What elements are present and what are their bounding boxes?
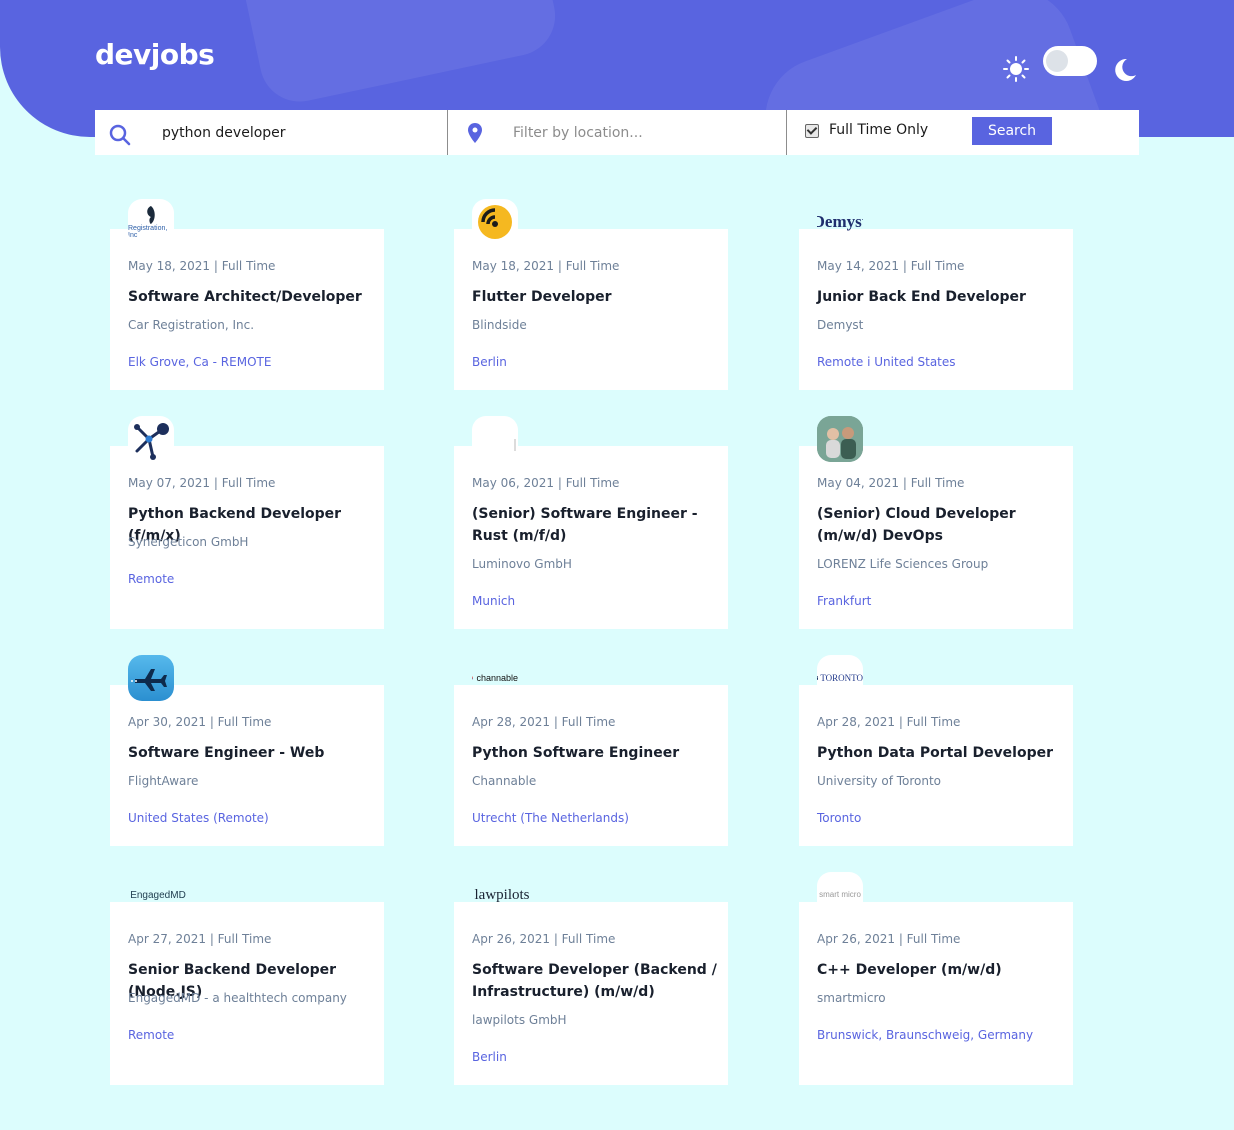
toggle-knob xyxy=(1046,50,1068,72)
job-meta: Apr 27, 2021 | Full Time xyxy=(128,932,272,946)
search-input[interactable] xyxy=(162,122,432,144)
job-card[interactable]: Demyst May 14, 2021 | Full Time Junior B… xyxy=(799,212,1073,390)
company-name: Channable xyxy=(472,774,537,788)
job-title[interactable]: Python Data Portal Developer xyxy=(817,742,1069,764)
company-name: Synergeticon GmbH xyxy=(128,535,249,549)
company-name: Blindside xyxy=(472,318,527,332)
company-logo: channable xyxy=(472,655,518,701)
app-logo[interactable]: devjobs xyxy=(95,38,215,71)
job-title[interactable]: (Senior) Cloud Developer (m/w/d) DevOps xyxy=(817,503,1069,547)
job-location: Berlin xyxy=(472,355,507,369)
job-location: United States (Remote) xyxy=(128,811,269,825)
job-meta: Apr 28, 2021 | Full Time xyxy=(817,715,961,729)
company-logo: EngagedMD xyxy=(130,889,186,901)
job-title[interactable]: Junior Back End Developer xyxy=(817,286,1069,308)
title-filter xyxy=(95,110,448,155)
job-card[interactable]: Apr 30, 2021 | Full Time Software Engine… xyxy=(110,655,384,846)
moon-icon xyxy=(1115,58,1136,81)
company-name: FlightAware xyxy=(128,774,199,788)
job-meta: May 18, 2021 | Full Time xyxy=(128,259,276,273)
job-meta: May 18, 2021 | Full Time xyxy=(472,259,620,273)
search-bar: Full Time Only Search xyxy=(95,110,1139,155)
company-name: lawpilots GmbH xyxy=(472,1013,567,1027)
company-logo xyxy=(128,655,174,701)
company-name: Car Registration, Inc. xyxy=(128,318,255,332)
job-card[interactable]: lawpilots Apr 26, 2021 | Full Time Softw… xyxy=(454,887,728,1085)
company-name: EngagedMD - a healthtech company xyxy=(128,991,347,1005)
job-card[interactable]: smart micro Apr 26, 2021 | Full Time C++… xyxy=(799,872,1073,1085)
job-card[interactable]: TORONTO Apr 28, 2021 | Full Time Python … xyxy=(799,655,1073,846)
job-card[interactable]: May 04, 2021 | Full Time (Senior) Cloud … xyxy=(799,416,1073,629)
company-name: Luminovo GmbH xyxy=(472,557,572,571)
company-name: Demyst xyxy=(817,318,864,332)
job-location: Remote xyxy=(128,572,175,586)
company-logo: Registration, Inc xyxy=(128,199,174,245)
company-name: University of Toronto xyxy=(817,774,942,788)
company-logo xyxy=(472,199,518,245)
company-logo xyxy=(472,416,518,462)
search-icon xyxy=(109,124,131,146)
company-logo: smart micro xyxy=(817,872,863,918)
job-location: Brunswick, Braunschweig, Germany xyxy=(817,1028,1034,1042)
location-pin-icon xyxy=(468,123,482,143)
job-title[interactable]: Python Software Engineer xyxy=(472,742,724,764)
company-logo: lawpilots xyxy=(474,886,530,903)
job-card[interactable]: channable Apr 28, 2021 | Full Time Pytho… xyxy=(454,673,728,846)
full-time-checkbox[interactable] xyxy=(805,124,819,138)
theme-toggle[interactable] xyxy=(1043,46,1097,76)
job-card[interactable]: EngagedMD Apr 27, 2021 | Full Time Senio… xyxy=(110,890,384,1085)
full-time-label[interactable]: Full Time Only xyxy=(829,122,928,138)
location-filter xyxy=(448,110,787,155)
company-logo xyxy=(817,416,863,462)
job-meta: Apr 30, 2021 | Full Time xyxy=(128,715,272,729)
job-title[interactable]: Software Engineer - Web xyxy=(128,742,380,764)
job-card[interactable]: May 18, 2021 | Full Time Flutter Develop… xyxy=(454,199,728,390)
job-location: Frankfurt xyxy=(817,594,872,608)
company-logo xyxy=(128,416,174,462)
job-location: Remote xyxy=(128,1028,175,1042)
company-logo: Demyst xyxy=(817,212,863,231)
fulltime-filter: Full Time Only Search xyxy=(787,110,1139,155)
job-title[interactable]: (Senior) Software Engineer - Rust (m/f/d… xyxy=(472,503,724,547)
job-card[interactable]: Registration, Inc May 18, 2021 | Full Ti… xyxy=(110,199,384,390)
location-input[interactable] xyxy=(513,122,773,144)
job-meta: May 14, 2021 | Full Time xyxy=(817,259,965,273)
company-logo: TORONTO xyxy=(817,655,863,701)
job-meta: Apr 28, 2021 | Full Time xyxy=(472,715,616,729)
job-title[interactable]: Software Developer (Backend / Infrastruc… xyxy=(472,959,724,1003)
job-title[interactable]: C++ Developer (m/w/d) xyxy=(817,959,1069,981)
job-meta: Apr 26, 2021 | Full Time xyxy=(817,932,961,946)
job-card[interactable]: May 06, 2021 | Full Time (Senior) Softwa… xyxy=(454,416,728,629)
sun-icon xyxy=(1003,56,1029,82)
job-meta: May 04, 2021 | Full Time xyxy=(817,476,965,490)
company-name: smartmicro xyxy=(817,991,886,1005)
job-meta: May 07, 2021 | Full Time xyxy=(128,476,276,490)
job-location: Munich xyxy=(472,594,516,608)
job-location: Utrecht (The Netherlands) xyxy=(472,811,629,825)
job-location: Elk Grove, Ca - REMOTE xyxy=(128,355,272,369)
job-meta: Apr 26, 2021 | Full Time xyxy=(472,932,616,946)
job-meta: May 06, 2021 | Full Time xyxy=(472,476,620,490)
job-location: Toronto xyxy=(817,811,862,825)
job-location: Berlin xyxy=(472,1050,507,1064)
header-decoration xyxy=(227,0,563,110)
search-button[interactable]: Search xyxy=(972,117,1052,145)
job-title[interactable]: Flutter Developer xyxy=(472,286,724,308)
company-name: LORENZ Life Sciences Group xyxy=(817,557,989,571)
job-location: Remote i United States xyxy=(817,355,956,369)
job-title[interactable]: Software Architect/Developer xyxy=(128,286,380,308)
job-card[interactable]: May 07, 2021 | Full Time Python Backend … xyxy=(110,416,384,629)
